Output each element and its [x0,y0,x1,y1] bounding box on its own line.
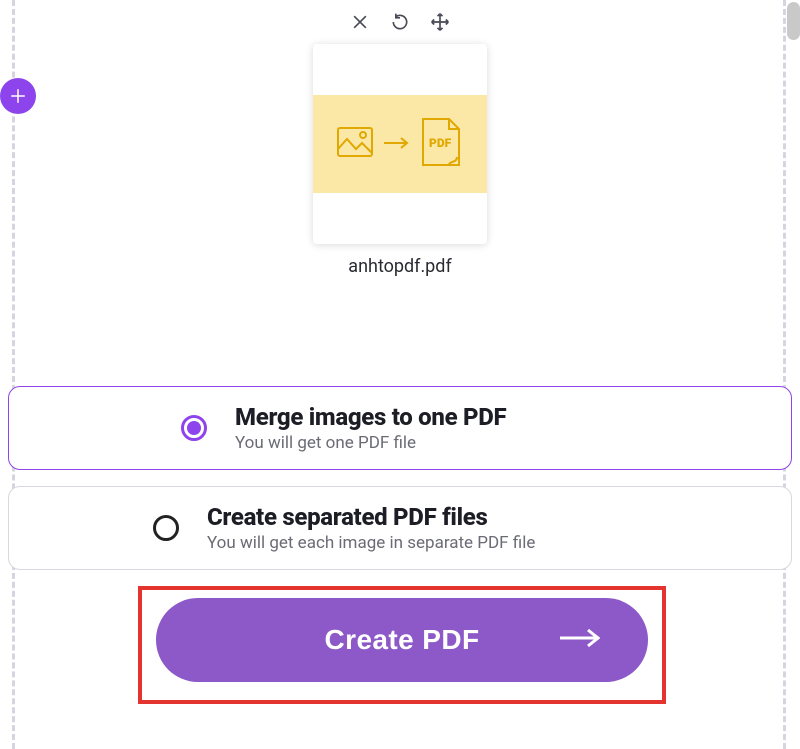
file-toolbar [311,6,489,42]
arrow-right-icon [558,624,600,656]
option-separate[interactable]: Create separated PDF files You will get … [8,486,792,570]
file-name-label: anhtopdf.pdf [311,256,489,277]
rotate-file-button[interactable] [390,12,410,36]
output-options-panel: Merge images to one PDF You will get one… [8,386,792,749]
dropzone[interactable]: PDF anhtopdf.pdf [0,0,800,372]
create-pdf-button[interactable]: Create PDF [156,598,648,682]
remove-file-button[interactable] [350,12,370,36]
option-separate-title: Create separated PDF files [207,503,535,531]
file-thumbnail[interactable]: PDF [313,44,487,244]
pdf-file-icon: PDF [419,117,463,171]
thumbnail-graphic: PDF [313,95,487,193]
arrow-right-icon [383,135,409,154]
option-merge-text: Merge images to one PDF You will get one… [235,403,506,453]
add-file-button[interactable] [0,78,36,114]
move-file-handle[interactable] [430,12,450,36]
plus-icon [9,87,27,105]
move-icon [430,12,450,32]
rotate-icon [390,12,410,32]
option-merge-title: Merge images to one PDF [235,403,506,431]
uploaded-file: PDF anhtopdf.pdf [311,6,489,277]
option-merge[interactable]: Merge images to one PDF You will get one… [8,386,792,470]
close-icon [350,12,370,32]
cta-highlight-box: Create PDF [138,586,666,704]
image-icon [337,127,373,161]
option-merge-radio[interactable] [181,415,207,441]
create-pdf-label: Create PDF [325,624,480,656]
pdf-badge-text: PDF [429,136,452,150]
option-separate-radio[interactable] [153,515,179,541]
option-merge-sub: You will get one PDF file [235,433,506,453]
option-separate-sub: You will get each image in separate PDF … [207,533,535,553]
option-separate-text: Create separated PDF files You will get … [207,503,535,553]
